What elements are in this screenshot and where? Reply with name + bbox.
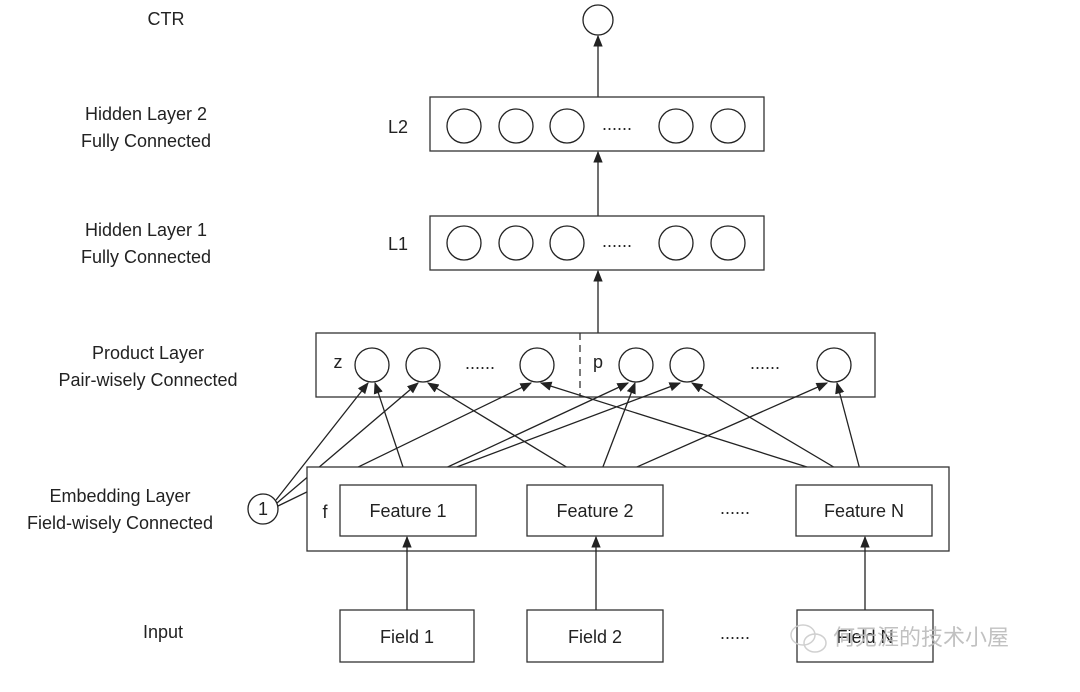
ellipsis: ......	[465, 353, 495, 373]
ellipsis: ......	[602, 114, 632, 134]
label-ctr: CTR	[148, 9, 185, 29]
z-node	[405, 347, 441, 383]
label-hidden1-title: Hidden Layer 1	[85, 220, 207, 240]
node	[549, 108, 585, 144]
label-product-title: Product Layer	[92, 343, 204, 363]
p-node	[669, 347, 705, 383]
feature-label: Feature 1	[369, 501, 446, 521]
node	[710, 108, 746, 144]
node	[446, 108, 482, 144]
label-hidden1-sub: Fully Connected	[81, 247, 211, 267]
p-node	[618, 347, 654, 383]
ctr-node	[582, 4, 614, 36]
label-product-sub: Pair-wisely Connected	[58, 370, 237, 390]
z-node	[354, 347, 390, 383]
feature-label: Feature N	[824, 501, 904, 521]
label-embedding-sub: Field-wisely Connected	[27, 513, 213, 533]
node	[498, 225, 534, 261]
label-hidden2-sub: Fully Connected	[81, 131, 211, 151]
node	[498, 108, 534, 144]
feature-label: Feature 2	[556, 501, 633, 521]
bias-one-label: 1	[258, 499, 268, 519]
watermark-text: 何无涯的技术小屋	[833, 626, 1009, 651]
node	[446, 225, 482, 261]
tag-p: p	[593, 352, 603, 372]
node	[549, 225, 585, 261]
tag-l1: L1	[388, 234, 408, 254]
ellipsis: ......	[602, 231, 632, 251]
label-embedding-title: Embedding Layer	[49, 486, 190, 506]
node	[658, 225, 694, 261]
p-node	[816, 347, 852, 383]
z-node	[519, 347, 555, 383]
ellipsis: ......	[720, 623, 750, 643]
ellipsis: ......	[750, 353, 780, 373]
ellipsis: ......	[720, 498, 750, 518]
field-label: Field 2	[568, 627, 622, 647]
node	[710, 225, 746, 261]
node	[658, 108, 694, 144]
field-label: Field 1	[380, 627, 434, 647]
tag-l2: L2	[388, 117, 408, 137]
pnn-diagram: CTR Hidden Layer 2 Fully Connected Hidde…	[27, 4, 1009, 663]
tag-z: z	[334, 352, 343, 372]
label-hidden2-title: Hidden Layer 2	[85, 104, 207, 124]
label-input: Input	[143, 622, 183, 642]
